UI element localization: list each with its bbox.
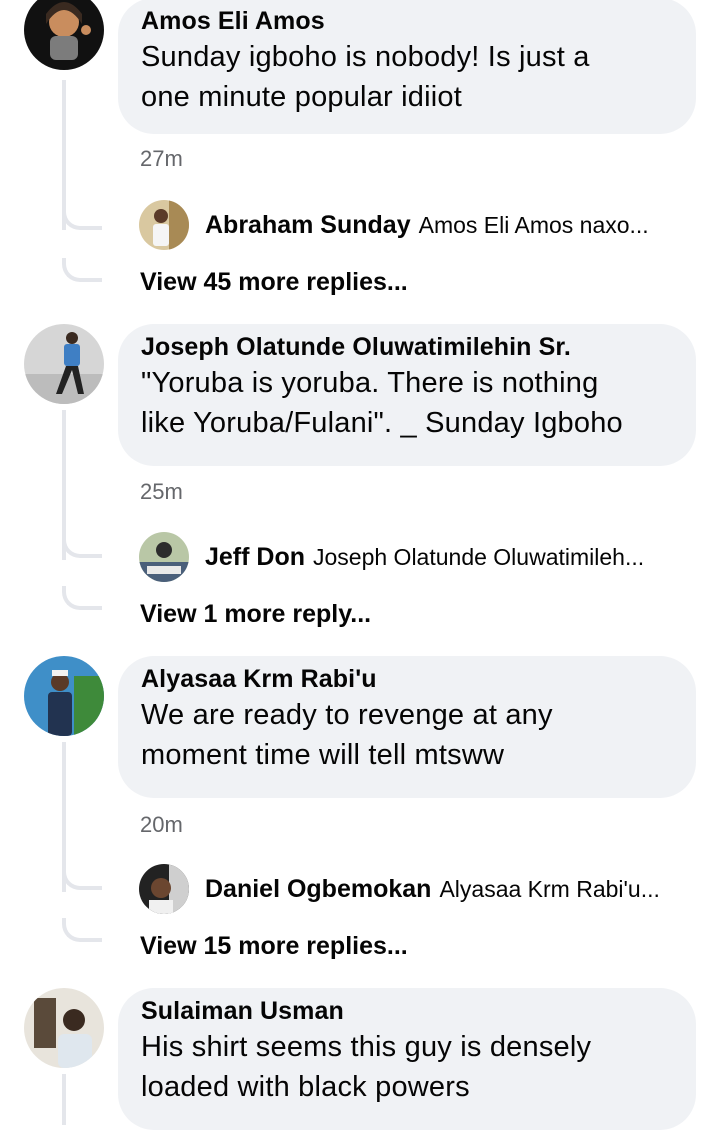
comment-timestamp[interactable]: 27m bbox=[140, 146, 183, 172]
comment-bubble[interactable]: Alyasaa Krm Rabi'u We are ready to reven… bbox=[118, 656, 696, 798]
comment-bubble[interactable]: Amos Eli Amos Sunday igboho is nobody! I… bbox=[118, 0, 696, 134]
reply-preview[interactable]: Daniel Ogbemokan Alyasaa Krm Rabi'u... bbox=[139, 864, 660, 914]
reply-preview[interactable]: Jeff Don Joseph Olatunde Oluwatimileh... bbox=[139, 532, 644, 582]
comment-bubble[interactable]: Sulaiman Usman His shirt seems this guy … bbox=[118, 988, 696, 1130]
comment-text: We are ready to revenge at any bbox=[141, 699, 553, 731]
comment-text: His shirt seems this guy is densely bbox=[141, 1031, 592, 1063]
view-more-replies-link[interactable]: View 15 more replies... bbox=[140, 932, 408, 961]
thread-connector bbox=[62, 534, 102, 558]
thread-connector bbox=[62, 866, 102, 890]
comment-author[interactable]: Sulaiman Usman bbox=[141, 996, 672, 1026]
reply-author[interactable]: Abraham Sunday bbox=[205, 211, 411, 240]
avatar bbox=[139, 532, 189, 582]
view-more-replies-link[interactable]: View 1 more reply... bbox=[140, 600, 371, 629]
avatar[interactable] bbox=[24, 656, 104, 736]
comment-text: moment time will tell mtsww bbox=[141, 739, 505, 771]
reply-text: Joseph Olatunde Oluwatimileh... bbox=[313, 543, 645, 570]
comment-text: one minute popular idiiot bbox=[141, 81, 462, 113]
comment-text: "Yoruba is yoruba. There is nothing bbox=[141, 367, 599, 399]
thread-connector bbox=[62, 258, 102, 282]
avatar[interactable] bbox=[24, 988, 104, 1068]
thread-connector bbox=[62, 586, 102, 610]
reply-text: Amos Eli Amos naxo... bbox=[418, 211, 649, 238]
comment-author[interactable]: Alyasaa Krm Rabi'u bbox=[141, 664, 672, 694]
comment-timestamp[interactable]: 20m bbox=[140, 812, 183, 838]
comment-author[interactable]: Amos Eli Amos bbox=[141, 6, 672, 36]
comment-text: like Yoruba/Fulani". _ Sunday Igboho bbox=[141, 407, 623, 439]
avatar bbox=[139, 200, 189, 250]
view-more-replies-link[interactable]: View 45 more replies... bbox=[140, 268, 408, 297]
reply-author[interactable]: Jeff Don bbox=[205, 543, 305, 572]
comment-bubble[interactable]: Joseph Olatunde Oluwatimilehin Sr. "Yoru… bbox=[118, 324, 696, 466]
comment-timestamp[interactable]: 25m bbox=[140, 479, 183, 505]
avatar[interactable] bbox=[24, 324, 104, 404]
comment-author[interactable]: Joseph Olatunde Oluwatimilehin Sr. bbox=[141, 332, 672, 362]
comment-text: Sunday igboho is nobody! Is just a bbox=[141, 41, 590, 73]
avatar[interactable] bbox=[24, 0, 104, 70]
thread-line bbox=[62, 1074, 66, 1125]
reply-author[interactable]: Daniel Ogbemokan bbox=[205, 875, 431, 904]
thread-connector bbox=[62, 206, 102, 230]
reply-preview[interactable]: Abraham Sunday Amos Eli Amos naxo... bbox=[139, 200, 649, 250]
thread-connector bbox=[62, 918, 102, 942]
reply-text: Alyasaa Krm Rabi'u... bbox=[439, 875, 660, 902]
comment-text: loaded with black powers bbox=[141, 1071, 470, 1103]
avatar bbox=[139, 864, 189, 914]
